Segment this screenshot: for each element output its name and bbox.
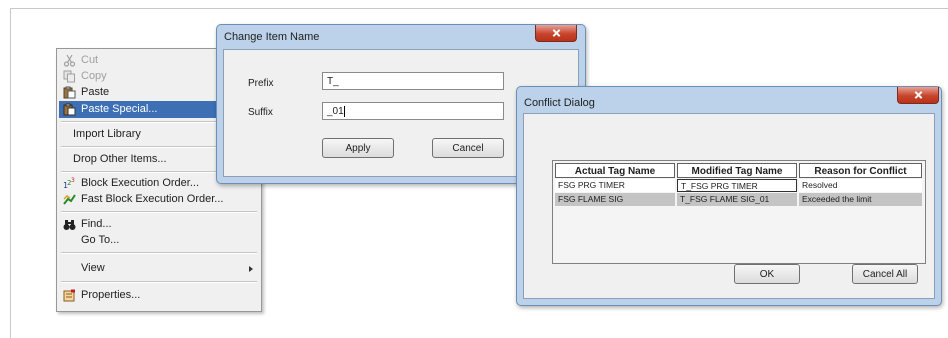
copy-icon: [63, 70, 75, 83]
conflict-table: Actual Tag Name Modified Tag Name Reason…: [552, 160, 926, 264]
column-header-actual-tag[interactable]: Actual Tag Name: [555, 163, 675, 178]
table-cell: Resolved: [799, 179, 922, 192]
paste-special-icon: [63, 103, 76, 116]
scissors-icon: [63, 54, 76, 67]
menu-item-label: Import Library: [73, 128, 141, 140]
menu-item-label: Drop Other Items...: [73, 153, 167, 165]
dialog-title: Change Item Name: [224, 31, 320, 43]
conflict-dialog: Conflict Dialog Actual Tag Name Modified…: [516, 86, 942, 306]
menu-item-label: Paste Special...: [81, 103, 158, 115]
table-cell: Exceeded the limit: [799, 193, 922, 206]
menu-item-label: Copy: [81, 70, 107, 82]
close-button[interactable]: [897, 87, 939, 104]
binoculars-icon: [63, 220, 76, 230]
menu-item-label: Find...: [81, 218, 112, 230]
dialog-title: Conflict Dialog: [524, 97, 595, 109]
column-header-reason[interactable]: Reason for Conflict: [799, 163, 922, 178]
properties-icon: [63, 289, 75, 302]
menu-item-label: Properties...: [81, 289, 141, 301]
menu-item-view[interactable]: View: [59, 260, 259, 277]
menu-item-label: Fast Block Execution Order...: [81, 193, 224, 205]
table-cell-editable[interactable]: T_FSG FLAME SIG_01: [677, 193, 797, 206]
menu-item-find[interactable]: Find...: [59, 216, 259, 233]
svg-text:3: 3: [71, 177, 75, 184]
menu-item-go-to[interactable]: Go To...: [59, 232, 259, 249]
menu-separator: [61, 281, 257, 283]
menu-item-label: Go To...: [81, 234, 120, 246]
menu-item-label: Paste: [81, 86, 110, 98]
ok-button[interactable]: OK: [734, 264, 800, 284]
menu-item-fast-block-execution-order[interactable]: Fast Block Execution Order...: [59, 191, 259, 208]
suffix-input[interactable]: _01: [322, 102, 504, 120]
prefix-label: Prefix: [248, 78, 274, 89]
cancel-all-button[interactable]: Cancel All: [852, 264, 918, 284]
close-button[interactable]: [535, 25, 577, 42]
prefix-input[interactable]: T_: [322, 72, 504, 90]
cancel-button[interactable]: Cancel: [432, 138, 504, 158]
prefix-value: T_: [327, 76, 339, 87]
submenu-arrow-icon: [249, 266, 253, 272]
dialog-client-area: Actual Tag Name Modified Tag Name Reason…: [523, 113, 935, 299]
menu-separator: [61, 211, 257, 213]
suffix-label: Suffix: [248, 107, 273, 118]
paste-icon: [63, 86, 76, 99]
execution-order-icon: 1 2 3: [63, 177, 75, 190]
menu-item-label: View: [81, 262, 105, 274]
suffix-value: _01: [327, 106, 344, 117]
menu-separator: [61, 252, 257, 254]
table-cell: FSG FLAME SIG: [555, 193, 675, 206]
table-cell: FSG PRG TIMER: [555, 179, 675, 192]
fast-execution-order-icon: [63, 194, 76, 205]
column-header-modified-tag[interactable]: Modified Tag Name: [677, 163, 797, 178]
text-caret: [343, 105, 345, 117]
menu-item-label: Cut: [81, 54, 99, 66]
menu-item-properties[interactable]: Properties...: [59, 287, 259, 304]
apply-button[interactable]: Apply: [322, 138, 394, 158]
menu-item-label: Block Execution Order...: [81, 177, 199, 189]
table-cell-editable[interactable]: T_FSG PRG TIMER: [677, 179, 797, 192]
